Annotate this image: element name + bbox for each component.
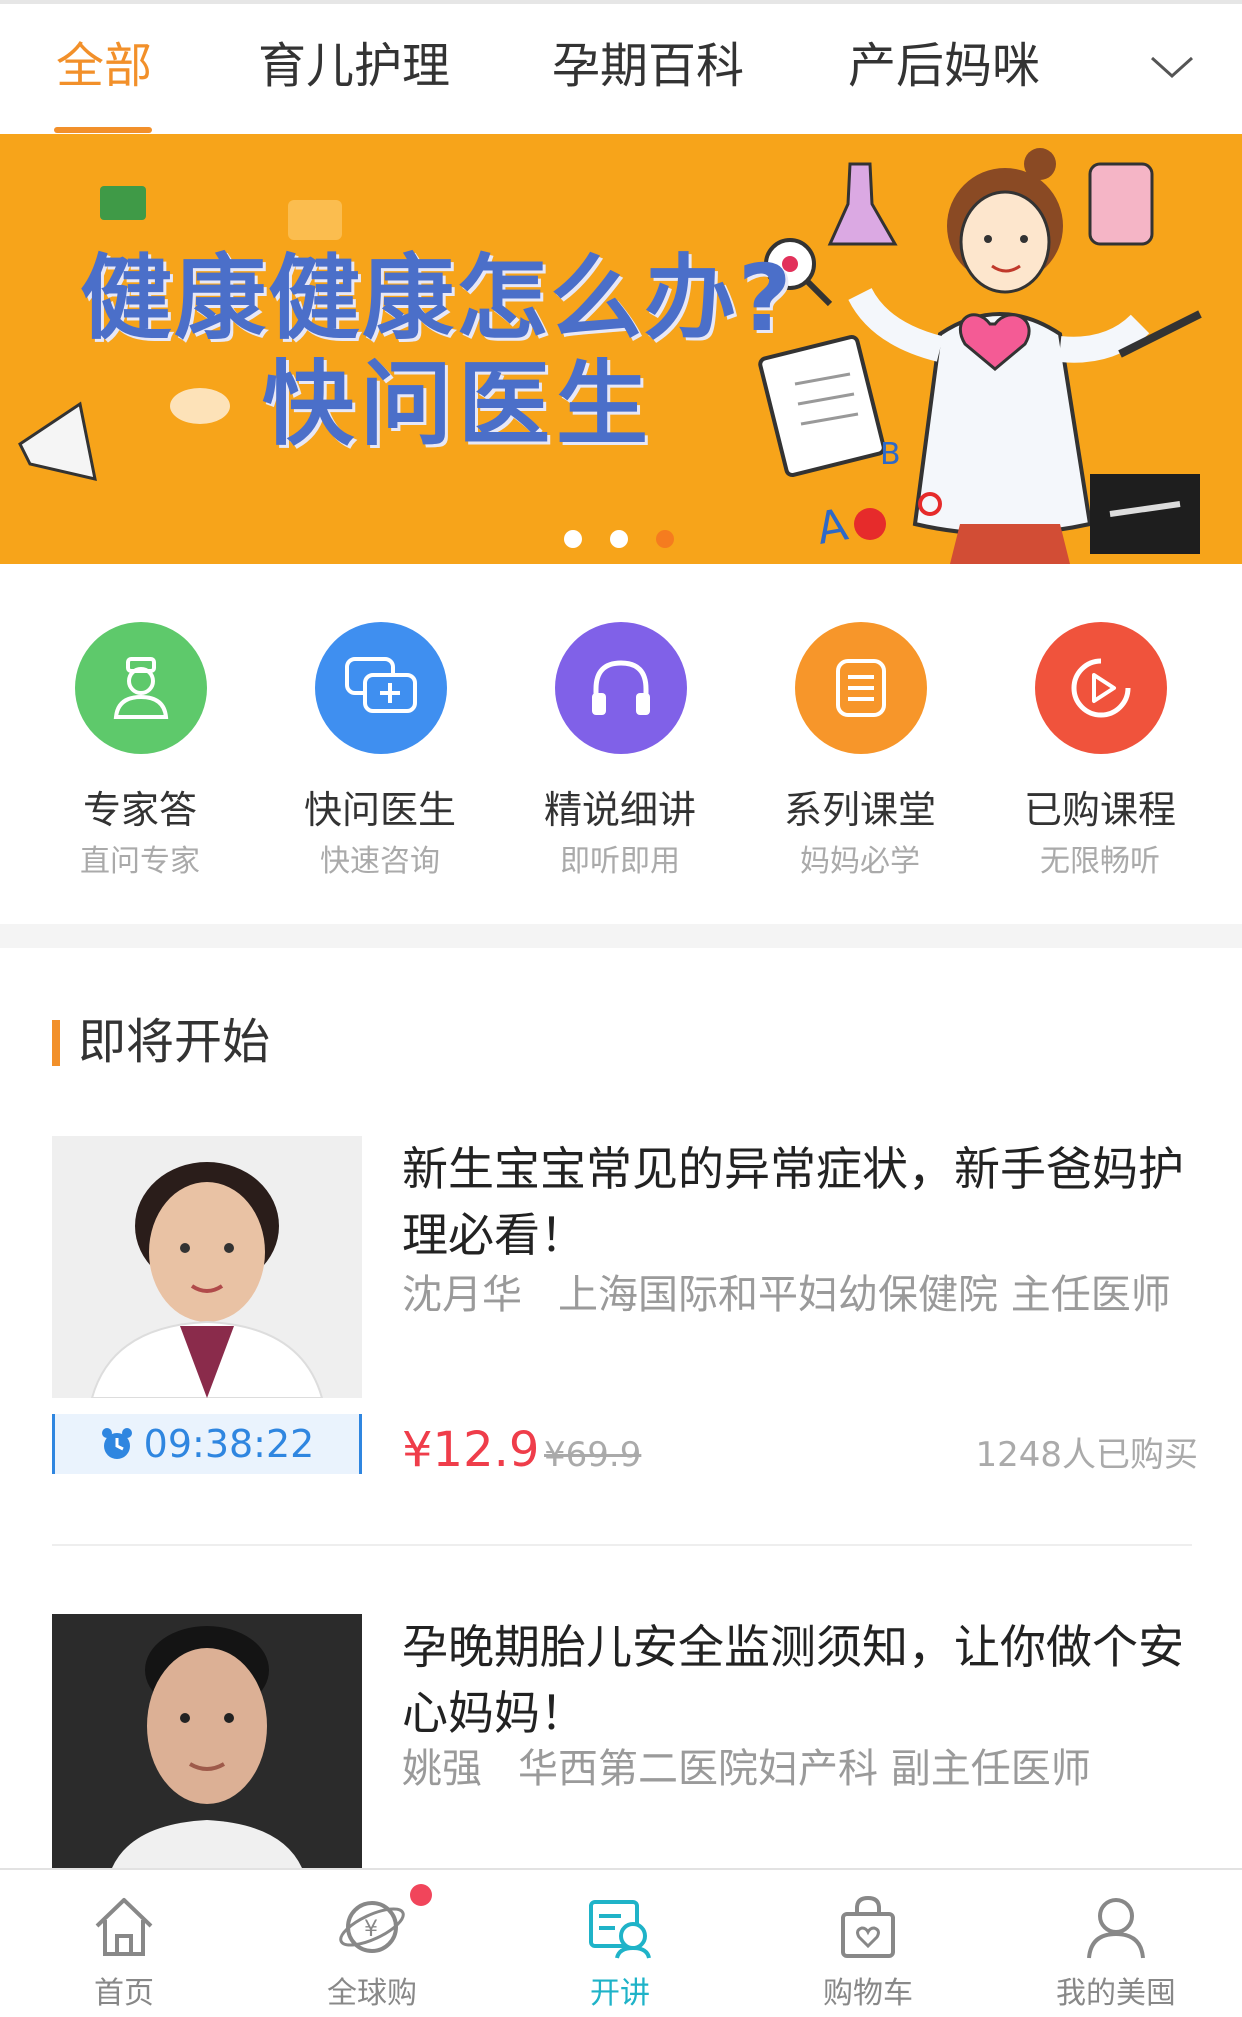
- quick-link-title: 精说细讲: [543, 788, 696, 832]
- nav-profile[interactable]: 我的美囤: [992, 1870, 1240, 2017]
- category-tabs: 全部 育儿护理 孕期百科 产后妈咪: [0, 4, 1242, 134]
- countdown-timer: 09:38:22: [52, 1414, 362, 1474]
- lecture-icon: [589, 1900, 651, 1959]
- banner-headline: 健康健康怎么办?: [80, 245, 794, 352]
- course-original-price: ¥69.9: [544, 1435, 642, 1475]
- carousel-dot-1[interactable]: [564, 530, 582, 548]
- quick-link-subtitle: 快速咨询: [320, 844, 440, 879]
- banner-subheadline: 快问医生: [262, 351, 655, 458]
- section-title: 即将开始: [78, 1014, 271, 1070]
- quick-link-subtitle: 即听即用: [560, 844, 680, 879]
- course-doctor-info: 姚强 华西第二医院妇产科 副主任医师: [402, 1742, 1091, 1796]
- tab-postpartum-mom[interactable]: 产后妈咪: [848, 36, 1040, 96]
- course-sold-count: 1248人已购买: [975, 1435, 1198, 1475]
- doctor-hospital: 华西第二医院妇产科 副主任医师: [518, 1746, 1091, 1792]
- doctor-hospital: 上海国际和平妇幼保健院 主任医师: [558, 1272, 1171, 1318]
- course-price: ¥12.9: [402, 1422, 540, 1478]
- section-divider: [0, 924, 1242, 948]
- active-tab-indicator: [54, 127, 152, 133]
- carousel-dot-3-active[interactable]: [656, 530, 674, 548]
- nav-shopping-cart[interactable]: 购物车: [744, 1870, 992, 2017]
- chat-plus-icon: [315, 622, 447, 754]
- promo-banner[interactable]: A B 健康健康怎么办? 快问医生: [0, 134, 1242, 564]
- tab-parenting-care[interactable]: 育儿护理: [258, 36, 450, 96]
- profile-icon: [1087, 1898, 1145, 1959]
- carousel-dot-2[interactable]: [610, 530, 628, 548]
- quick-link-expert-answer[interactable]: 专家答 直问专家: [20, 564, 260, 894]
- chevron-down-icon[interactable]: [1148, 48, 1196, 88]
- nav-label: 开讲: [590, 1976, 650, 2011]
- global-shop-icon: ¥: [339, 1901, 405, 1953]
- quick-link-subtitle: 直问专家: [80, 844, 200, 879]
- quick-link-detailed-talk[interactable]: 精说细讲 即听即用: [500, 564, 740, 894]
- course-doctor-info: 沈月华 上海国际和平妇幼保健院 主任医师: [402, 1268, 1171, 1322]
- quick-link-title: 专家答: [82, 788, 197, 832]
- nav-label: 首页: [94, 1976, 154, 2011]
- tab-all[interactable]: 全部: [56, 36, 152, 96]
- svg-text:B: B: [880, 437, 901, 472]
- section-accent-bar: [52, 1020, 60, 1066]
- quick-link-purchased[interactable]: 已购课程 无限畅听: [980, 564, 1220, 894]
- quick-link-series-class[interactable]: 系列课堂 妈妈必学: [740, 564, 980, 894]
- nav-lecture[interactable]: 开讲: [496, 1870, 744, 2017]
- course-divider: [52, 1544, 1192, 1546]
- doctor-icon: [75, 622, 207, 754]
- quick-links: 专家答 直问专家 快问医生 快速咨询 精说细讲 即听即用 系列课堂 妈妈必学 已…: [0, 564, 1242, 924]
- svg-text:¥: ¥: [364, 1917, 378, 1942]
- bottom-navigation: 首页 ¥ 全球购 开讲 购物车 我的美囤: [0, 1868, 1242, 2017]
- nav-label: 全球购: [327, 1976, 417, 2011]
- quick-link-title: 系列课堂: [783, 788, 936, 832]
- list-icon: [795, 622, 927, 754]
- svg-text:A: A: [813, 499, 852, 554]
- doctor-photo: [52, 1136, 362, 1398]
- course-title: 孕晚期胎儿安全监测须知，让你做个安心妈妈！: [402, 1620, 1184, 1740]
- quick-link-title: 已购课程: [1023, 788, 1176, 832]
- alarm-clock-icon: [101, 1428, 132, 1459]
- home-icon: [95, 1898, 153, 1956]
- play-icon: [1035, 622, 1167, 754]
- doctor-photo: [52, 1614, 362, 1868]
- doctor-name: 姚强: [402, 1746, 482, 1792]
- headphones-icon: [555, 622, 687, 754]
- quick-link-title: 快问医生: [303, 788, 456, 832]
- shopping-bag-icon: [841, 1895, 895, 1958]
- nav-label: 购物车: [823, 1976, 913, 2011]
- nav-home[interactable]: 首页: [0, 1870, 248, 2017]
- quick-link-subtitle: 妈妈必学: [800, 844, 920, 879]
- quick-link-ask-doctor[interactable]: 快问医生 快速咨询: [260, 564, 500, 894]
- countdown-value: 09:38:22: [143, 1422, 315, 1466]
- doctor-name: 沈月华: [402, 1272, 522, 1318]
- notification-badge: [410, 1884, 432, 1906]
- nav-global-shop[interactable]: ¥ 全球购: [248, 1870, 496, 2017]
- tab-pregnancy-wiki[interactable]: 孕期百科: [552, 36, 744, 96]
- nav-label: 我的美囤: [1056, 1976, 1176, 2011]
- quick-link-subtitle: 无限畅听: [1040, 844, 1160, 879]
- course-title: 新生宝宝常见的异常症状，新手爸妈护理必看！: [402, 1142, 1184, 1262]
